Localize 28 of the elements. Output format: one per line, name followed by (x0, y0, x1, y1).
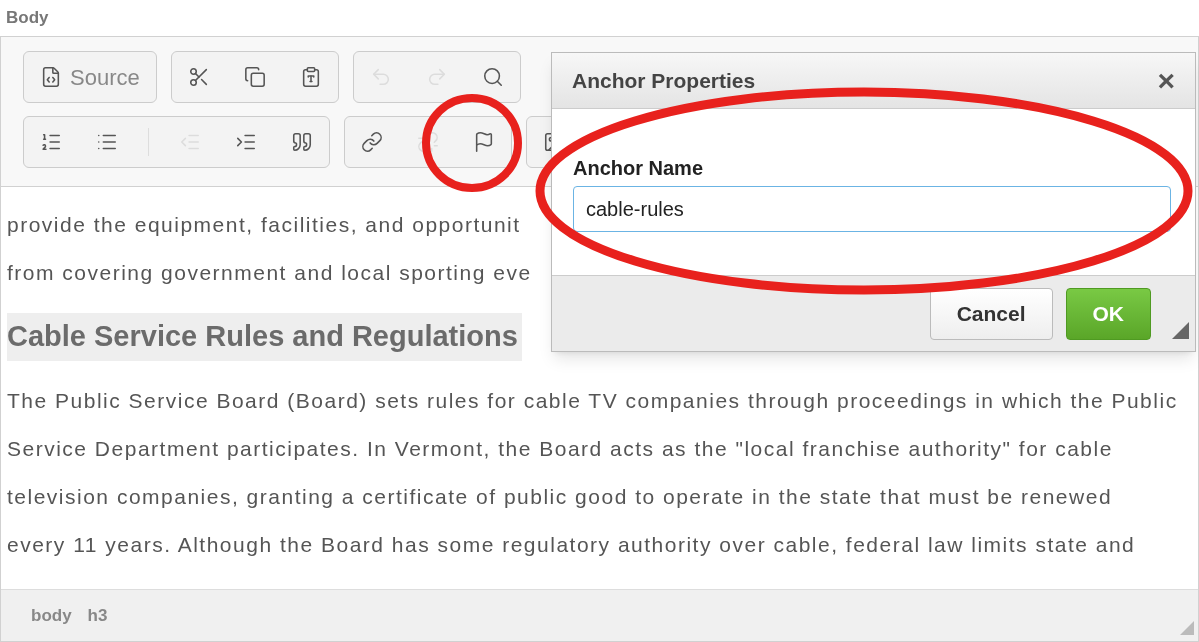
source-button[interactable]: Source (32, 57, 148, 97)
code-file-icon (40, 66, 62, 88)
scissors-icon (187, 66, 210, 88)
dialog-title: Anchor Properties (572, 67, 756, 94)
close-button[interactable]: × (1157, 65, 1175, 96)
section-heading: Cable Service Rules and Regulations (7, 313, 522, 361)
search-icon (481, 66, 504, 88)
paragraph-line: provide the equipment, facilities, and opportunit (7, 212, 521, 239)
field-label: Anchor Name (573, 156, 704, 181)
paragraph-line: television companies, granting a certificate of public good to operate in the state that must be renewed (7, 484, 1113, 511)
anchor-name-input[interactable]: cable-rules (573, 186, 1171, 232)
copy-icon (243, 66, 266, 88)
element-path-link[interactable]: body (31, 602, 72, 629)
cancel-button[interactable]: Cancel (929, 287, 1053, 340)
resize-grip-icon (1172, 322, 1189, 339)
resize-grip-icon (1180, 621, 1194, 635)
paragraph-line: Service Department participates. In Vermont, the Board acts as the "local franchise authority" for cable (7, 436, 1113, 463)
quote-icon (291, 131, 313, 153)
ok-button[interactable]: OK (1065, 287, 1151, 340)
unlink-icon (417, 131, 439, 153)
paragraph-line: from covering government and local sporting eve (7, 260, 532, 287)
field-label: Body (6, 7, 49, 30)
paragraph-line: every 11 years. Although the Board has some regulatory authority over cable, federal law limits state and (7, 532, 1136, 559)
element-path-link[interactable]: h3 (87, 602, 108, 629)
flag-icon (473, 131, 495, 153)
link-icon (361, 131, 383, 153)
numbered-list-icon (40, 131, 62, 153)
paragraph-line: The Public Service Board (Board) sets rules for cable TV companies through proceedings in which the Public (7, 388, 1178, 415)
